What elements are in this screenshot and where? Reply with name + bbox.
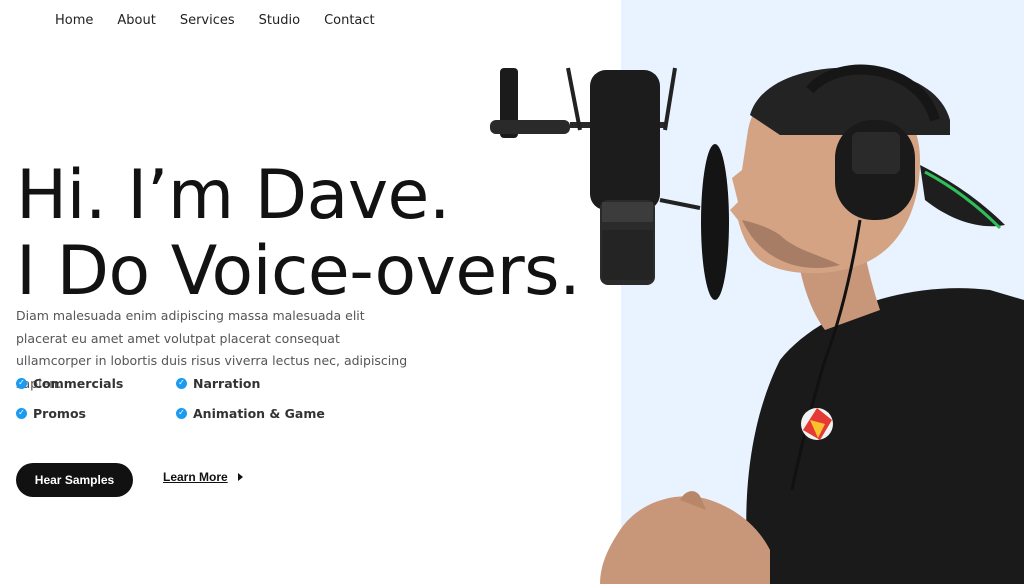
feature-label: Animation & Game [193, 405, 325, 421]
feature-label: Narration [193, 375, 261, 391]
nav-studio[interactable]: Studio [259, 13, 300, 28]
person-illustration [600, 64, 1024, 584]
nav-about[interactable]: About [117, 13, 155, 28]
feature-item: ✓ Promos [16, 404, 176, 422]
top-nav: Home About Services Studio Contact [55, 13, 399, 28]
feature-item: ✓ Narration [176, 374, 346, 392]
nav-home[interactable]: Home [55, 13, 93, 28]
feature-list: ✓ Commercials ✓ Narration ✓ Promos ✓ Ani… [16, 374, 346, 422]
feature-item: ✓ Commercials [16, 374, 176, 392]
feature-label: Promos [33, 405, 86, 421]
hear-samples-button[interactable]: Hear Samples [16, 463, 133, 497]
nav-services[interactable]: Services [180, 13, 235, 28]
feature-label: Commercials [33, 375, 124, 391]
hero-photo-voice-artist [490, 64, 1024, 584]
caret-right-icon [237, 473, 243, 481]
check-circle-icon: ✓ [176, 377, 187, 389]
feature-item: ✓ Animation & Game [176, 404, 346, 422]
learn-more-link[interactable]: Learn More [163, 470, 243, 484]
nav-contact[interactable]: Contact [324, 13, 375, 28]
microphone-illustration [490, 67, 729, 300]
check-circle-icon: ✓ [16, 407, 27, 419]
learn-more-label: Learn More [163, 470, 228, 484]
check-circle-icon: ✓ [16, 377, 27, 389]
check-circle-icon: ✓ [176, 407, 187, 419]
